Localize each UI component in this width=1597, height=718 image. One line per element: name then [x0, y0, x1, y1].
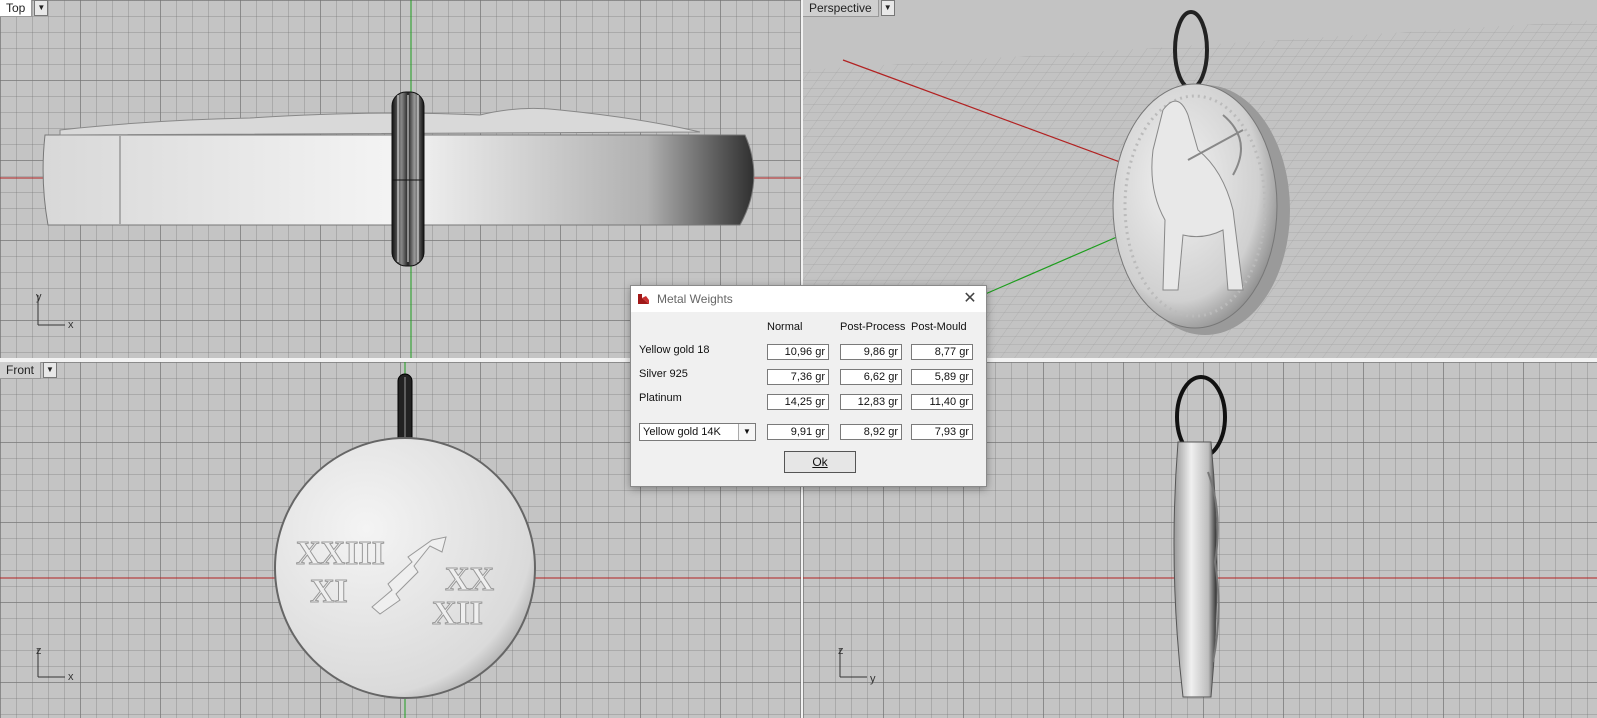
viewport-title-front[interactable]: Front: [0, 362, 42, 379]
chevron-down-icon[interactable]: ▼: [43, 362, 58, 378]
axis-y-label: y: [870, 673, 876, 685]
axis-indicator-top: [37, 295, 65, 326]
viewport-label-top[interactable]: Top ▼: [0, 0, 49, 17]
pendant-relief-top: [59, 107, 701, 136]
ok-button-label: Ok: [812, 455, 828, 469]
weight-field[interactable]: 6,62 gr: [840, 369, 902, 385]
viewport-label-perspective[interactable]: Perspective ▼: [803, 0, 895, 17]
dialog-title: Metal Weights: [657, 292, 733, 306]
axis-z-label: z: [36, 645, 42, 657]
viewport-label-front[interactable]: Front ▼: [0, 362, 58, 379]
metal-weights-dialog: Metal Weights ✕ Normal Post-Process Post…: [630, 285, 987, 487]
metal-select[interactable]: Yellow gold 14K ▼: [639, 423, 756, 441]
weight-field[interactable]: 10,96 gr: [767, 344, 829, 360]
roman-numeral-1: XXIII: [296, 535, 385, 572]
axis-y-label: y: [36, 291, 42, 303]
row-label-yellow-gold-18: Yellow gold 18: [639, 344, 710, 356]
weight-field[interactable]: 8,92 gr: [840, 424, 902, 440]
weight-field[interactable]: 9,86 gr: [840, 344, 902, 360]
column-header-normal: Normal: [767, 321, 803, 333]
column-header-post-mould: Post-Mould: [911, 321, 967, 333]
viewport-title-top[interactable]: Top: [0, 0, 33, 17]
weight-field[interactable]: 8,77 gr: [911, 344, 973, 360]
column-header-post-process: Post-Process: [840, 321, 906, 333]
axis-x-label: x: [68, 319, 74, 331]
weight-field[interactable]: 5,89 gr: [911, 369, 973, 385]
axis-indicator-right: [839, 649, 867, 678]
weight-field[interactable]: 7,36 gr: [767, 369, 829, 385]
metal-select-value: Yellow gold 14K: [643, 426, 721, 438]
chevron-down-icon[interactable]: ▼: [34, 0, 49, 16]
weight-field[interactable]: 11,40 gr: [911, 394, 973, 410]
roman-numeral-3: XX: [445, 561, 495, 598]
row-label-silver-925: Silver 925: [639, 368, 688, 380]
axis-x-label: x: [68, 671, 74, 683]
roman-numeral-4: XII: [432, 595, 483, 632]
dialog-titlebar[interactable]: Metal Weights ✕: [631, 286, 986, 312]
weight-field[interactable]: 9,91 gr: [767, 424, 829, 440]
chevron-down-icon[interactable]: ▼: [738, 424, 755, 440]
ok-button[interactable]: Ok: [784, 451, 856, 473]
axis-indicator-front: [37, 649, 65, 678]
weight-field[interactable]: 14,25 gr: [767, 394, 829, 410]
weight-field[interactable]: 7,93 gr: [911, 424, 973, 440]
app-icon: [638, 294, 649, 304]
viewport-title-perspective[interactable]: Perspective: [803, 0, 879, 17]
chevron-down-icon[interactable]: ▼: [880, 0, 895, 16]
roman-numeral-2: XI: [310, 573, 348, 610]
weight-field[interactable]: 12,83 gr: [840, 394, 902, 410]
row-label-platinum: Platinum: [639, 392, 682, 404]
axis-z-label: z: [838, 645, 844, 657]
close-icon[interactable]: ✕: [960, 289, 980, 309]
